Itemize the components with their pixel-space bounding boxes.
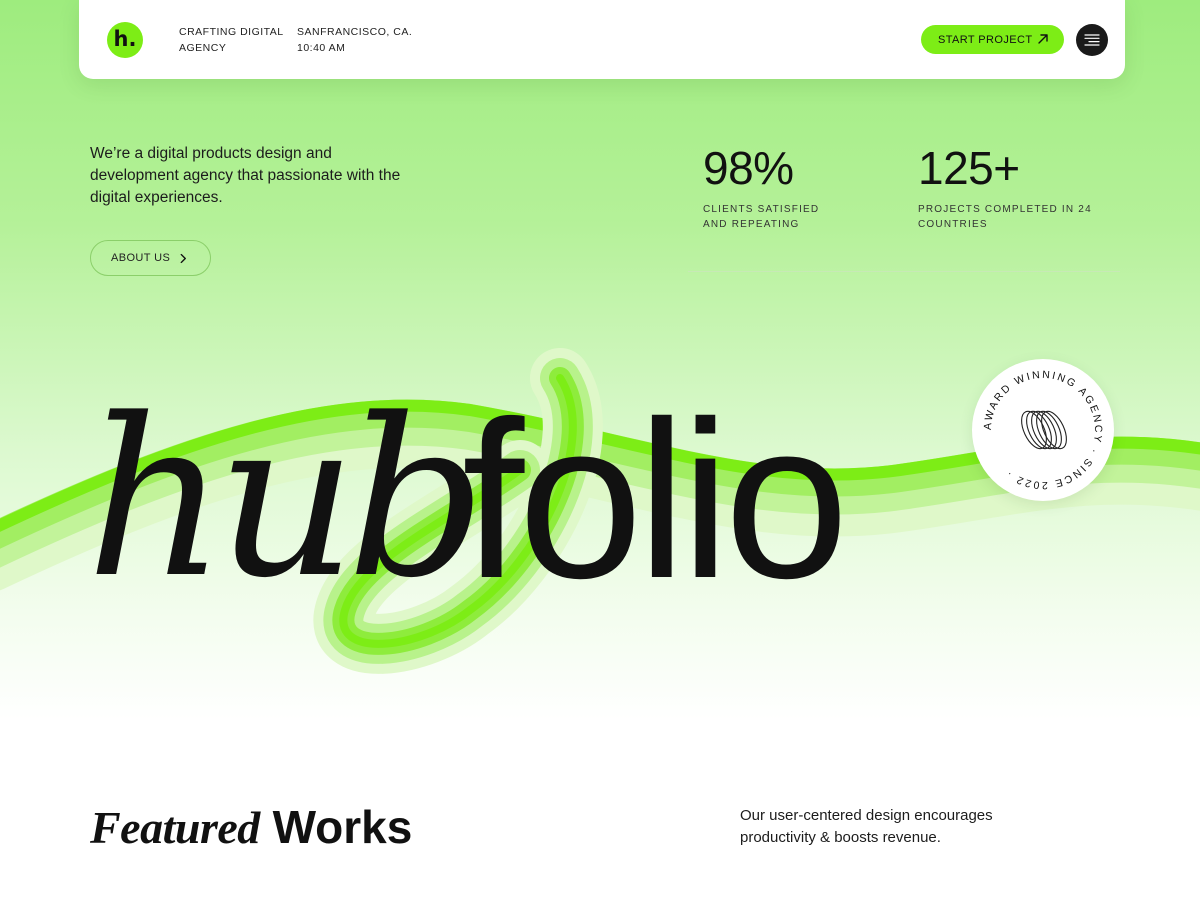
featured-works-title: Featured Works bbox=[90, 797, 412, 858]
award-badge: AWARD WINNING AGENCY · SINCE 2022 · bbox=[972, 359, 1114, 501]
brand-wordmark-regular: folio bbox=[462, 375, 849, 625]
brand-wordmark-italic: hub bbox=[86, 373, 486, 626]
featured-title-italic: Featured bbox=[90, 802, 260, 853]
rings-icon bbox=[1021, 410, 1067, 450]
featured-title-regular: Works bbox=[272, 801, 413, 853]
featured-description: Our user-centered design encourages prod… bbox=[740, 807, 993, 846]
badge-graphic: AWARD WINNING AGENCY · SINCE 2022 · bbox=[982, 369, 1102, 491]
